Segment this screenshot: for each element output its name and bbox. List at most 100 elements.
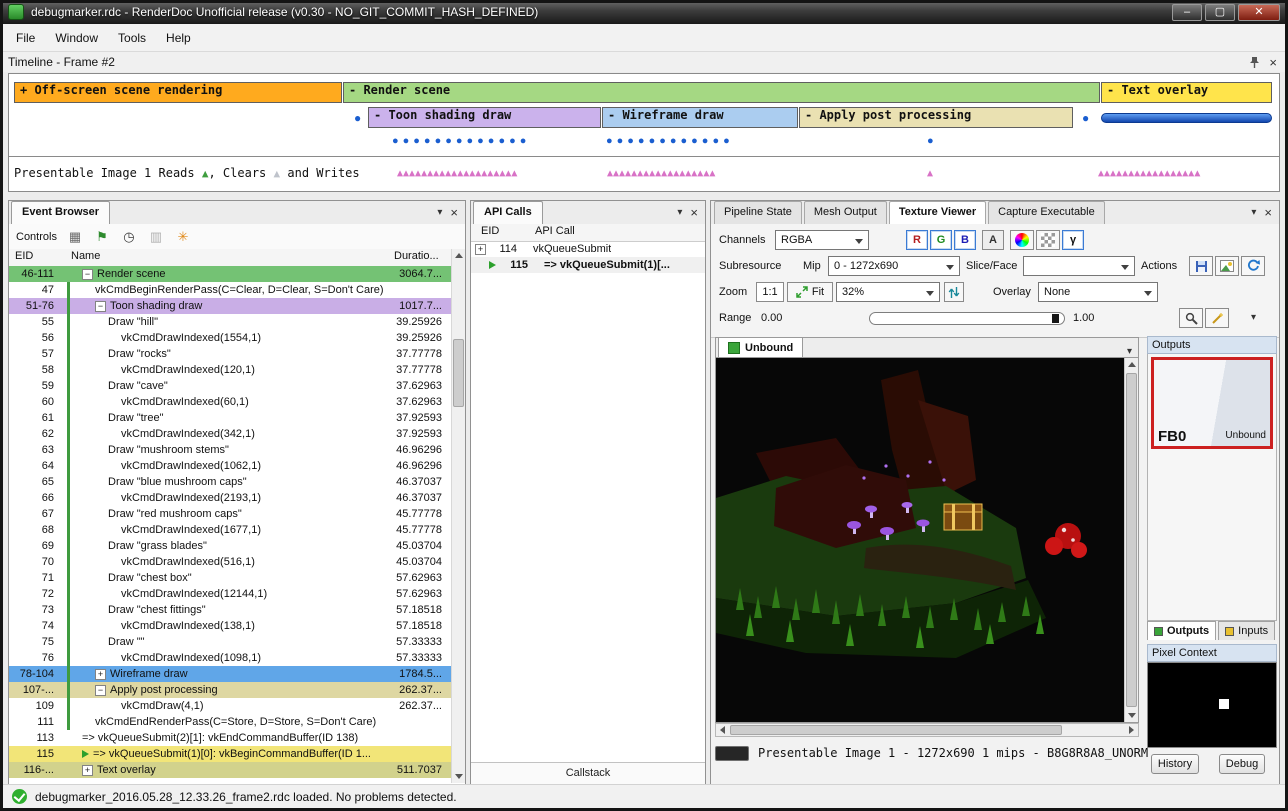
zoom-combo[interactable]: 32% [836, 282, 940, 302]
api-call-row[interactable]: + 114 vkQueueSubmit [471, 241, 705, 257]
timeline-wireframe-draw-dots[interactable]: ●●●●●●●●●●●● [606, 135, 734, 147]
timeline-post-draw-dot[interactable]: ● [927, 135, 938, 147]
texture-vertical-scrollbar[interactable] [1124, 358, 1138, 722]
scroll-down-icon[interactable] [1125, 709, 1138, 722]
refresh-button[interactable] [1241, 256, 1265, 276]
scrollbar-thumb[interactable] [1126, 373, 1137, 707]
texture-horizontal-scrollbar[interactable] [715, 723, 1139, 737]
minimize-button[interactable]: – [1172, 4, 1202, 21]
column-duration[interactable]: Duratio... [394, 250, 439, 262]
event-row[interactable]: 75 Draw "" 57.33333 [9, 634, 452, 650]
event-browser-close-icon[interactable]: × [450, 206, 458, 219]
tab-texture-viewer[interactable]: Texture Viewer [889, 201, 986, 224]
timeline-bar-toon-shading[interactable]: - Toon shading draw [368, 107, 601, 128]
usage-writes-markers[interactable]: ▲▲▲▲▲▲▲▲▲▲▲▲▲▲▲▲▲▲ [607, 157, 715, 190]
event-row[interactable]: 115 => vkQueueSubmit(1)[0]: vkBeginComma… [9, 746, 452, 762]
timeline-draw-dot[interactable]: ● [354, 112, 361, 124]
scroll-right-icon[interactable] [1125, 724, 1138, 736]
green-channel-button[interactable]: G [930, 230, 952, 250]
toolbar-overflow-icon[interactable]: ▾ [1251, 312, 1256, 323]
tab-api-calls[interactable]: API Calls [473, 201, 543, 224]
event-row[interactable]: 113 => vkQueueSubmit(2)[1]: vkEndCommand… [9, 730, 452, 746]
time-icon[interactable]: ◷ [120, 229, 138, 245]
event-row[interactable]: 70 vkCmdDrawIndexed(516,1) 45.03704 [9, 554, 452, 570]
event-row[interactable]: 56 vkCmdDrawIndexed(1554,1) 39.25926 [9, 330, 452, 346]
save-texture-button[interactable] [1189, 256, 1213, 276]
event-row[interactable]: 78-104 + Wireframe draw 1784.5... [9, 666, 452, 682]
event-row[interactable]: 111 vkCmdEndRenderPass(C=Store, D=Store,… [9, 714, 452, 730]
tab-event-browser[interactable]: Event Browser [11, 201, 110, 224]
column-eid[interactable]: EID [481, 225, 499, 237]
pixel-context-view[interactable] [1147, 662, 1277, 748]
event-row[interactable]: 72 vkCmdDrawIndexed(12144,1) 57.62963 [9, 586, 452, 602]
api-calls-close-icon[interactable]: × [690, 206, 698, 219]
auto-range-wand-button[interactable] [1205, 308, 1229, 328]
texture-tab-unbound[interactable]: Unbound [718, 337, 803, 357]
event-row[interactable]: 59 Draw "cave" 37.62963 [9, 378, 452, 394]
panel-menu-icon[interactable]: ▾ [1251, 207, 1256, 218]
checkerboard-background-button[interactable] [1036, 230, 1060, 250]
menu-window[interactable]: Window [45, 27, 108, 49]
event-row[interactable]: 66 vkCmdDrawIndexed(2193,1) 46.37037 [9, 490, 452, 506]
panel-menu-icon[interactable]: ▾ [677, 207, 682, 218]
column-eid[interactable]: EID [15, 250, 33, 262]
event-row[interactable]: 55 Draw "hill" 39.25926 [9, 314, 452, 330]
gamma-button[interactable]: γ [1062, 230, 1084, 250]
event-row[interactable]: 74 vkCmdDrawIndexed(138,1) 57.18518 [9, 618, 452, 634]
timeline-text-overlay-activity[interactable] [1101, 113, 1272, 123]
mip-dropdown[interactable]: 0 - 1272x690 [828, 256, 960, 276]
callstack-section[interactable]: Callstack [471, 762, 705, 784]
menu-file[interactable]: File [6, 27, 45, 49]
menu-help[interactable]: Help [156, 27, 201, 49]
event-row[interactable]: 51-76 − Toon shading draw 1017.7... [9, 298, 452, 314]
event-row[interactable]: 60 vkCmdDrawIndexed(60,1) 37.62963 [9, 394, 452, 410]
red-channel-button[interactable]: R [906, 230, 928, 250]
texture-viewport[interactable] [715, 357, 1139, 723]
range-slider[interactable] [869, 312, 1065, 325]
scroll-up-icon[interactable] [1125, 358, 1138, 371]
debug-button[interactable]: Debug [1219, 754, 1265, 774]
channels-dropdown[interactable]: RGBA [775, 230, 869, 250]
timeline-bar-offscreen[interactable]: + Off-screen scene rendering [14, 82, 342, 103]
event-row[interactable]: 76 vkCmdDrawIndexed(1098,1) 57.33333 [9, 650, 452, 666]
tree-expander-icon[interactable]: + [95, 669, 106, 680]
timeline-toon-draw-dots[interactable]: ●●●●●●●●●●●●● [392, 135, 530, 147]
range-slider-handle[interactable] [1052, 314, 1059, 323]
bookmark-icon[interactable]: ✳ [174, 229, 192, 245]
blue-channel-button[interactable]: B [954, 230, 976, 250]
color-wheel-button[interactable] [1010, 230, 1034, 250]
event-row[interactable]: 64 vkCmdDrawIndexed(1062,1) 46.96296 [9, 458, 452, 474]
column-api-call[interactable]: API Call [535, 225, 575, 237]
scrollbar-thumb[interactable] [730, 725, 1062, 735]
event-row[interactable]: 69 Draw "grass blades" 45.03704 [9, 538, 452, 554]
event-browser-scrollbar[interactable] [451, 249, 465, 783]
timeline-bar-text-overlay[interactable]: - Text overlay [1101, 82, 1272, 103]
tree-expander-icon[interactable]: − [95, 301, 106, 312]
event-row[interactable]: 62 vkCmdDrawIndexed(342,1) 37.92593 [9, 426, 452, 442]
tree-expander-icon[interactable]: + [82, 765, 93, 776]
event-row[interactable]: 67 Draw "red mushroom caps" 45.77778 [9, 506, 452, 522]
titlebar[interactable]: debugmarker.rdc - RenderDoc Unofficial r… [0, 0, 1288, 24]
alpha-channel-button[interactable]: A [982, 230, 1004, 250]
overlay-dropdown[interactable]: None [1038, 282, 1158, 302]
event-row[interactable]: 65 Draw "blue mushroom caps" 46.37037 [9, 474, 452, 490]
autofit-range-button[interactable] [1179, 308, 1203, 328]
event-row[interactable]: 109 vkCmdDraw(4,1) 262.37... [9, 698, 452, 714]
event-row[interactable]: 58 vkCmdDrawIndexed(120,1) 37.77778 [9, 362, 452, 378]
timeline-bar-render-scene[interactable]: - Render scene [343, 82, 1100, 103]
flip-y-button[interactable] [944, 282, 964, 302]
api-call-row[interactable]: 115 => vkQueueSubmit(1)[... [471, 257, 705, 273]
event-row[interactable]: 63 Draw "mushroom stems" 46.96296 [9, 442, 452, 458]
event-row[interactable]: 73 Draw "chest fittings" 57.18518 [9, 602, 452, 618]
usage-writes-markers[interactable]: ▲ [927, 157, 933, 190]
tab-outputs[interactable]: Outputs [1147, 621, 1216, 640]
event-row[interactable]: 107-... − Apply post processing 262.37..… [9, 682, 452, 698]
export-image-button[interactable] [1215, 256, 1239, 276]
maximize-button[interactable]: ▢ [1205, 4, 1235, 21]
tab-inputs[interactable]: Inputs [1218, 621, 1275, 640]
usage-writes-markers[interactable]: ▲▲▲▲▲▲▲▲▲▲▲▲▲▲▲▲▲ [1098, 157, 1200, 190]
find-icon[interactable]: ▦ [66, 229, 84, 245]
zoom-1-1-button[interactable]: 1:1 [756, 282, 784, 302]
texture-image[interactable] [716, 358, 1125, 722]
event-row[interactable]: 68 vkCmdDrawIndexed(1677,1) 45.77778 [9, 522, 452, 538]
